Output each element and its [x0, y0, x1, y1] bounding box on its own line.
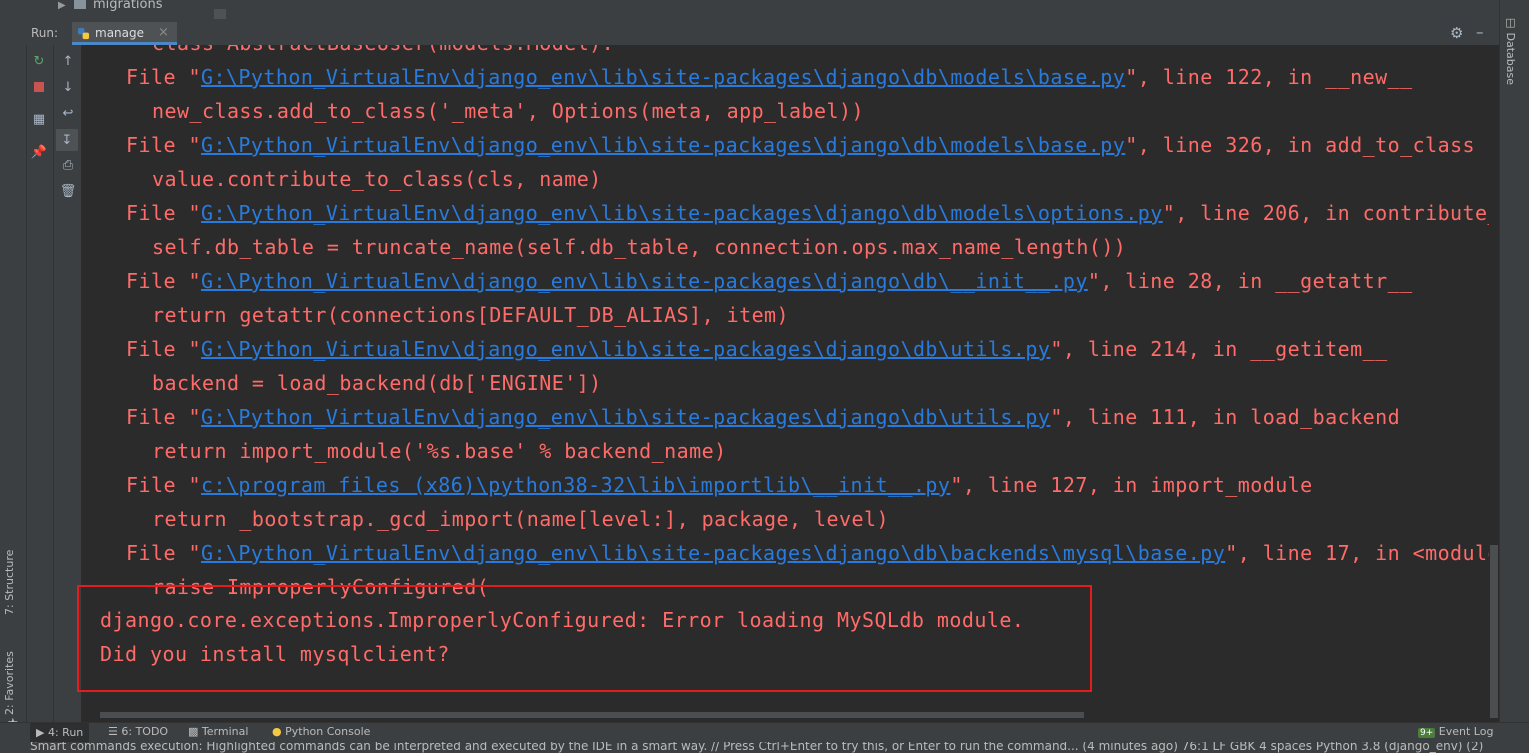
traceback-file-line: File "c:\program files (x86)\python38-32…: [126, 473, 1313, 497]
traceback-file-link[interactable]: G:\Python_VirtualEnv\django_env\lib\site…: [201, 337, 1050, 361]
tool-todo[interactable]: ☰ 6: TODO: [108, 725, 168, 738]
traceback-file-prefix: File ": [126, 269, 201, 293]
pin-icon[interactable]: 📌: [29, 142, 49, 162]
traceback-code-line: new_class.add_to_class('_meta', Options(…: [152, 99, 864, 123]
traceback-file-suffix: ", line 122, in __new__: [1125, 65, 1413, 89]
toolbar-divider: [53, 45, 54, 740]
traceback-file-line: File "G:\Python_VirtualEnv\django_env\li…: [126, 405, 1400, 429]
tree-scrollbar[interactable]: [214, 9, 226, 19]
traceback-file-line: File "G:\Python_VirtualEnv\django_env\li…: [126, 337, 1388, 361]
traceback-file-link[interactable]: c:\program files (x86)\python38-32\lib\i…: [201, 473, 950, 497]
tool-run[interactable]: ▶ 4: Run: [30, 723, 90, 743]
stop-icon[interactable]: [29, 77, 49, 97]
error-highlight-box: [77, 585, 1092, 692]
traceback-file-line: File "G:\Python_VirtualEnv\django_env\li…: [126, 201, 1497, 225]
traceback-file-prefix: File ": [126, 405, 201, 429]
up-arrow-icon[interactable]: ↑: [58, 51, 78, 71]
traceback-file-line: File "G:\Python_VirtualEnv\django_env\li…: [126, 541, 1497, 565]
tree-row-label: migrations: [92, 0, 163, 12]
python-icon: [77, 27, 90, 40]
traceback-code-line: return import_module('%s.base' % backend…: [152, 439, 727, 463]
tab-manage[interactable]: manage ×: [72, 22, 177, 45]
traceback-file-suffix: ", line 214, in __getitem__: [1050, 337, 1388, 361]
traceback-file-link[interactable]: G:\Python_VirtualEnv\django_env\lib\site…: [201, 201, 1163, 225]
traceback-file-prefix: File ": [126, 133, 201, 157]
traceback-code-line: self.db_table = truncate_name(self.db_ta…: [152, 235, 1127, 259]
run-label: Run:: [31, 26, 59, 40]
traceback-file-link[interactable]: G:\Python_VirtualEnv\django_env\lib\site…: [201, 269, 1088, 293]
gear-icon[interactable]: ⚙: [1450, 24, 1463, 42]
trash-icon[interactable]: 🗑: [58, 181, 78, 201]
traceback-file-suffix: ", line 17, in <module>: [1225, 541, 1497, 565]
console-partial-line: class AbstractBaseUser(models.Model):: [152, 45, 614, 55]
tool-python-console-label: Python Console: [285, 725, 371, 738]
terminal-icon: ▩: [188, 725, 199, 738]
tab-label: manage: [95, 26, 145, 40]
tool-python-console[interactable]: ● Python Console: [272, 725, 370, 738]
close-icon[interactable]: ×: [158, 25, 169, 40]
layout-icon[interactable]: ▦: [29, 109, 49, 129]
traceback-file-link[interactable]: G:\Python_VirtualEnv\django_env\lib\site…: [201, 405, 1050, 429]
expand-arrow-icon[interactable]: ▶: [58, 0, 66, 11]
tool-run-label: 4: Run: [47, 726, 84, 739]
favorites-tool-tab[interactable]: 2: Favorites: [3, 651, 16, 715]
traceback-file-prefix: File ": [126, 473, 201, 497]
structure-tool-tab[interactable]: 7: Structure: [3, 550, 16, 615]
rerun-icon[interactable]: ↻: [29, 51, 49, 71]
console-vertical-scroll-thumb[interactable]: [1490, 545, 1498, 718]
traceback-file-link[interactable]: G:\Python_VirtualEnv\django_env\lib\site…: [201, 541, 1225, 565]
tool-event-log[interactable]: 9+ Event Log: [1418, 725, 1493, 738]
traceback-file-line: File "G:\Python_VirtualEnv\django_env\li…: [126, 65, 1413, 89]
tool-event-log-label: Event Log: [1438, 725, 1494, 738]
print-icon[interactable]: ⎙: [58, 155, 78, 175]
folder-icon: [73, 0, 86, 9]
traceback-file-suffix: ", line 206, in contribute_to_class: [1162, 201, 1497, 225]
minimize-icon[interactable]: –: [1476, 23, 1484, 41]
bottom-tool-bar: ▶ 4: Run ☰ 6: TODO ▩ Terminal ● Python C…: [0, 722, 1529, 743]
traceback-file-line: File "G:\Python_VirtualEnv\django_env\li…: [126, 269, 1413, 293]
traceback-code-line: return _bootstrap._gcd_import(name[level…: [152, 507, 889, 531]
traceback-code-line: value.contribute_to_class(cls, name): [152, 167, 602, 191]
traceback-file-prefix: File ": [126, 201, 201, 225]
traceback-file-suffix: ", line 326, in add_to_class: [1125, 133, 1476, 157]
tool-terminal-label: Terminal: [201, 725, 249, 738]
traceback-file-prefix: File ": [126, 541, 201, 565]
right-tool-stripe: [1499, 0, 1529, 740]
run-tool-header: Run: manage × ⚙ –: [26, 22, 1499, 46]
todo-icon: ☰: [108, 725, 118, 738]
scroll-to-end-icon[interactable]: ↧: [56, 129, 78, 151]
console-horizontal-scrollbar[interactable]: [100, 712, 1084, 718]
database-icon: ◫: [1504, 16, 1517, 29]
status-message[interactable]: Smart commands execution: Highlighted co…: [30, 742, 1483, 753]
traceback-code-line: backend = load_backend(db['ENGINE']): [152, 371, 602, 395]
tree-row-migrations[interactable]: ▶ migrations: [58, 0, 163, 12]
tool-todo-label: 6: TODO: [121, 725, 169, 738]
status-bar: Smart commands execution: Highlighted co…: [0, 742, 1529, 753]
project-tree-strip: ▶ migrations: [0, 0, 1499, 22]
traceback-code-line: return getattr(connections[DEFAULT_DB_AL…: [152, 303, 790, 327]
tool-terminal[interactable]: ▩ Terminal: [188, 725, 248, 738]
database-tab-label: Database: [1504, 32, 1517, 86]
database-tool-tab[interactable]: ◫ Database: [1504, 16, 1517, 85]
traceback-file-prefix: File ": [126, 65, 201, 89]
traceback-file-prefix: File ": [126, 337, 201, 361]
down-arrow-icon[interactable]: ↓: [58, 77, 78, 97]
traceback-file-suffix: ", line 111, in load_backend: [1050, 405, 1401, 429]
traceback-file-link[interactable]: G:\Python_VirtualEnv\django_env\lib\site…: [201, 65, 1125, 89]
python-console-icon: ●: [272, 725, 282, 738]
run-toolbar: ↻ ▦ 📌 ↑ ↓ ↩ ↧ ⎙ 🗑: [27, 45, 81, 740]
traceback-file-link[interactable]: G:\Python_VirtualEnv\django_env\lib\site…: [201, 133, 1125, 157]
event-log-badge: 9+: [1418, 728, 1436, 738]
traceback-file-suffix: ", line 127, in import_module: [950, 473, 1313, 497]
traceback-file-line: File "G:\Python_VirtualEnv\django_env\li…: [126, 133, 1475, 157]
run-play-icon: ▶: [36, 726, 45, 739]
left-tool-stripe: 7: Structure 2: Favorites ★: [0, 22, 27, 740]
soft-wrap-icon[interactable]: ↩: [58, 103, 78, 123]
traceback-file-suffix: ", line 28, in __getattr__: [1087, 269, 1413, 293]
